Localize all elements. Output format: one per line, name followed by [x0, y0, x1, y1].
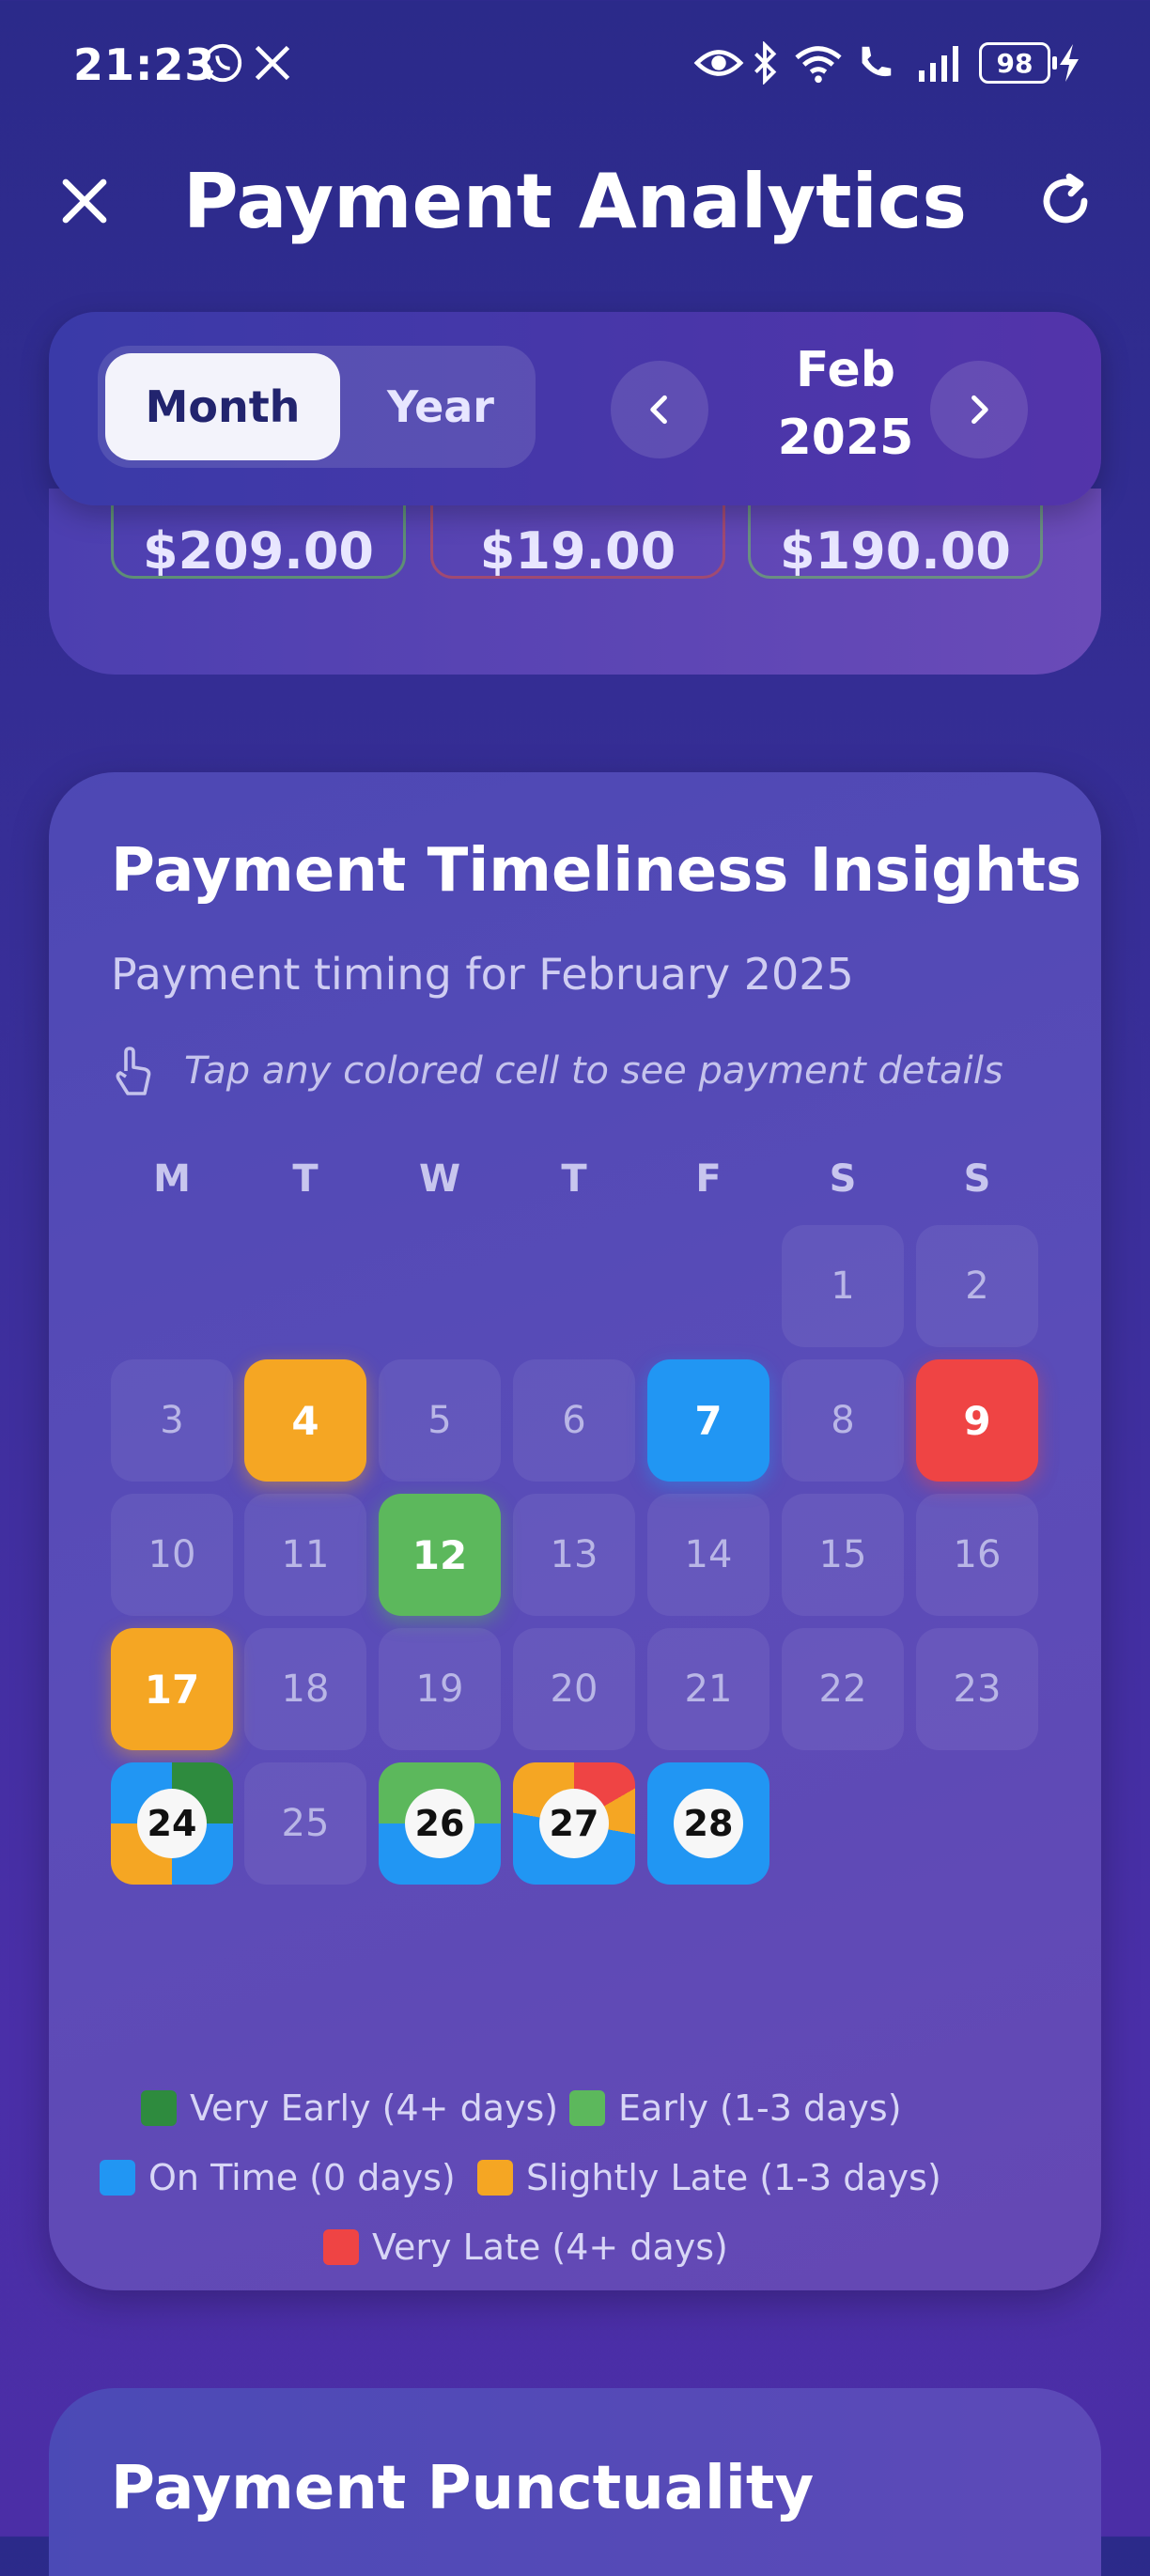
legend-label: On Time (0 days): [148, 2157, 456, 2198]
summary-stats-card: $209.00 $19.00 $190.00: [49, 489, 1101, 675]
calendar-day: 3: [111, 1359, 233, 1482]
calendar-day-mixed[interactable]: 26: [379, 1762, 501, 1885]
legend-very-early: Very Early (4+ days): [141, 2087, 558, 2129]
charging-icon: [1058, 39, 1080, 86]
weekday-sun: S: [963, 1157, 991, 1201]
weekday-thu: T: [561, 1157, 587, 1201]
calendar-day: 5: [379, 1359, 501, 1482]
wifi-call-icon: [853, 39, 896, 86]
chevron-left-icon: [650, 395, 667, 425]
legend-label: Slightly Late (1-3 days): [526, 2157, 941, 2198]
calendar-day: 16: [916, 1494, 1038, 1616]
battery-icon: 98: [979, 39, 1057, 86]
calendar-day: 6: [513, 1359, 635, 1482]
legend-label: Very Late (4+ days): [372, 2227, 728, 2268]
chevron-right-icon: [971, 395, 988, 425]
status-time: 21:23: [73, 39, 216, 90]
calendar-day: 18: [244, 1628, 366, 1750]
weekday-tue: T: [292, 1157, 319, 1201]
day-badge: 24: [137, 1789, 207, 1858]
previous-period-button[interactable]: [611, 361, 708, 458]
insights-subtitle: Payment timing for February 2025: [111, 949, 854, 1000]
app-header: Payment Analytics: [0, 132, 1150, 272]
calendar-day-slightly-late[interactable]: 17: [111, 1628, 233, 1750]
calendar-day: 23: [916, 1628, 1038, 1750]
legend-on-time: On Time (0 days): [100, 2157, 456, 2198]
day-badge: 27: [539, 1789, 609, 1858]
tap-hand-icon: [116, 1047, 151, 1095]
calendar-day-mixed[interactable]: 24: [111, 1762, 233, 1885]
weekday-mon: M: [153, 1157, 191, 1201]
bluetooth-icon: [752, 39, 778, 86]
legend-very-late: Very Late (4+ days): [323, 2227, 728, 2268]
legend-slightly-late: Slightly Late (1-3 days): [477, 2157, 941, 2198]
calendar-day: 2: [916, 1225, 1038, 1347]
stat-total-value: $209.00: [143, 521, 374, 581]
year-toggle[interactable]: Year: [351, 353, 530, 460]
calendar-day: 15: [782, 1494, 904, 1616]
legend-swatch: [569, 2090, 605, 2126]
insights-hint: Tap any colored cell to see payment deta…: [111, 1045, 1003, 1097]
eye-icon: [693, 39, 744, 86]
stat-late-value: $19.00: [479, 521, 676, 581]
calendar-day: 8: [782, 1359, 904, 1482]
calendar-day-mixed[interactable]: 27: [513, 1762, 635, 1885]
legend-label: Early (1-3 days): [618, 2087, 902, 2129]
payment-punctuality-card: Payment Punctuality: [49, 2388, 1101, 2576]
calendar-day: 14: [647, 1494, 769, 1616]
battery-level: 98: [979, 42, 1050, 84]
legend-swatch: [477, 2160, 513, 2196]
stat-ontime-value: $190.00: [780, 521, 1011, 581]
calendar-day: 21: [647, 1628, 769, 1750]
punctuality-title: Payment Punctuality: [111, 2454, 815, 2523]
calendar-day-slightly-late[interactable]: 4: [244, 1359, 366, 1482]
calendar-day-on-time[interactable]: 28: [647, 1762, 769, 1885]
calendar-day: 1: [782, 1225, 904, 1347]
weekday-fri: F: [695, 1157, 722, 1201]
legend-label: Very Early (4+ days): [190, 2087, 559, 2129]
next-period-button[interactable]: [930, 361, 1028, 458]
weekday-sat: S: [829, 1157, 857, 1201]
x-icon: [252, 39, 293, 86]
legend-early: Early (1-3 days): [569, 2087, 902, 2129]
calendar-day: 13: [513, 1494, 635, 1616]
whatsapp-icon: [201, 39, 244, 86]
calendar-day: 10: [111, 1494, 233, 1616]
calendar-day-early[interactable]: 12: [379, 1494, 501, 1616]
day-badge: 26: [405, 1789, 474, 1858]
legend-swatch: [141, 2090, 177, 2126]
period-controls: Month Year Feb 2025: [49, 312, 1101, 505]
page-title: Payment Analytics: [183, 158, 967, 245]
calendar-day: 20: [513, 1628, 635, 1750]
calendar-day-very-late[interactable]: 9: [916, 1359, 1038, 1482]
legend-swatch: [323, 2229, 359, 2265]
timeliness-insights-card: Payment Timeliness Insights Payment timi…: [49, 772, 1101, 2290]
day-badge: 28: [674, 1789, 743, 1858]
calendar-day: 11: [244, 1494, 366, 1616]
refresh-icon: [1043, 173, 1088, 224]
calendar-day: 22: [782, 1628, 904, 1750]
wifi-icon: [793, 39, 844, 86]
calendar-day: 25: [244, 1762, 366, 1885]
refresh-button[interactable]: [1035, 171, 1096, 231]
calendar-day: 19: [379, 1628, 501, 1750]
status-bar: 21:23 98: [0, 0, 1150, 132]
weekday-wed: W: [418, 1157, 461, 1201]
insights-title: Payment Timeliness Insights: [111, 836, 1082, 906]
signal-icon: [917, 39, 966, 86]
insights-hint-text: Tap any colored cell to see payment deta…: [184, 1049, 1003, 1093]
month-toggle[interactable]: Month: [105, 353, 340, 460]
calendar-day-on-time[interactable]: 7: [647, 1359, 769, 1482]
view-toggle: Month Year: [98, 346, 536, 468]
legend-swatch: [100, 2160, 135, 2196]
